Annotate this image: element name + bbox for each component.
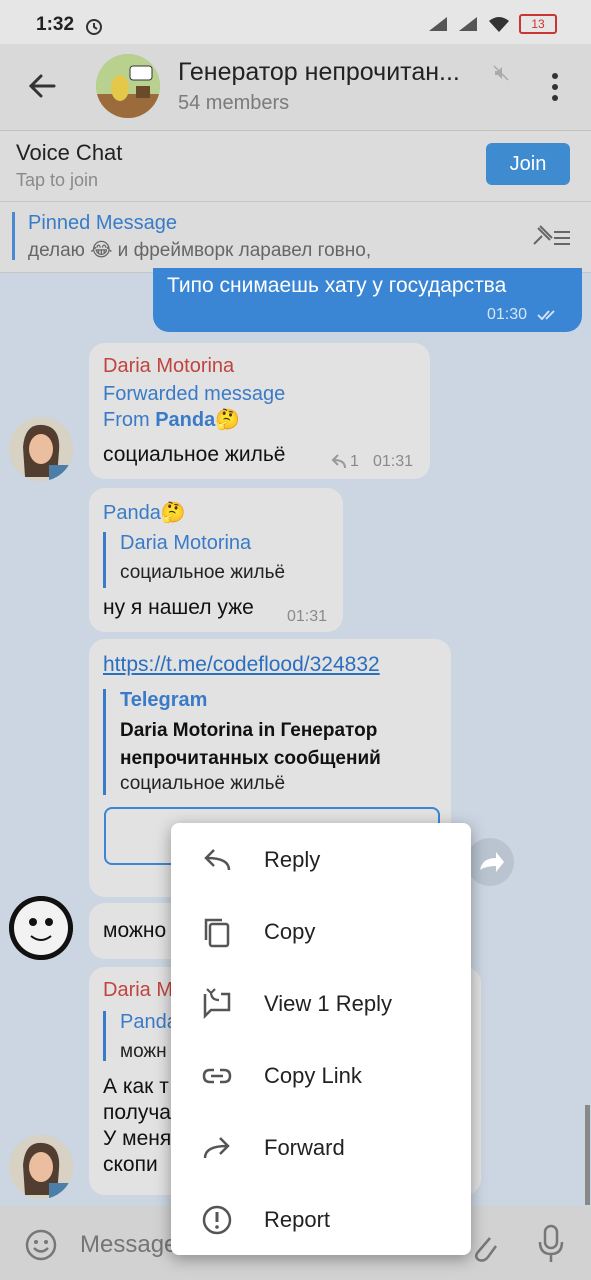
message-line-2: получа: [103, 1101, 171, 1124]
message-text: социальное жильё: [103, 443, 286, 466]
status-bar: 1:32 13: [0, 0, 591, 44]
copy-icon: [204, 918, 230, 948]
message-line-1: А как т: [103, 1075, 169, 1098]
message-link-url[interactable]: https://t.me/codeflood/324832: [103, 653, 380, 677]
quote-bar: [103, 1011, 106, 1061]
message-time: 01:31: [373, 453, 414, 470]
quote-name[interactable]: Daria Motorina: [120, 532, 251, 555]
avatar-daria-2[interactable]: [9, 1135, 73, 1199]
reply-count[interactable]: 1: [350, 453, 359, 471]
signal-icon-2: [459, 17, 477, 31]
avatar-daria[interactable]: [9, 417, 73, 481]
menu-label-forward: Forward: [264, 1135, 345, 1160]
battery-level: 13: [531, 17, 545, 31]
chat-title[interactable]: Генератор непрочитан...: [178, 58, 488, 87]
quote-name[interactable]: Panda: [120, 1011, 178, 1034]
message-text: ну я нашел уже: [103, 596, 254, 619]
chat-header: Генератор непрочитан... 54 members: [0, 44, 591, 131]
message-line-4: скопи: [103, 1153, 158, 1176]
reply-icon: [204, 849, 231, 871]
message-time: 01:31: [287, 608, 328, 625]
alarm-icon: [86, 19, 102, 35]
pinned-indicator: [12, 212, 15, 260]
pinned-title: Pinned Message: [28, 212, 177, 234]
forward-icon: [203, 1137, 230, 1159]
view-replies-icon: [203, 988, 231, 1020]
menu-item-copy-link[interactable]: Copy Link: [171, 1039, 471, 1111]
read-checks-icon: [537, 310, 555, 321]
group-avatar[interactable]: [96, 54, 160, 118]
preview-bar: [103, 689, 106, 795]
menu-label-reply: Reply: [264, 847, 321, 872]
avatar-meme[interactable]: [9, 896, 73, 960]
message-text: Типо снимаешь хату у государства: [167, 274, 507, 297]
signal-icon: [429, 17, 447, 31]
voice-chat-bar[interactable]: Voice Chat Tap to join Join: [0, 131, 591, 202]
quote-text[interactable]: можн: [120, 1041, 167, 1063]
menu-label-copy-link: Copy Link: [264, 1063, 362, 1088]
quote-text[interactable]: социальное жильё: [120, 562, 285, 584]
menu-item-report[interactable]: Report: [171, 1183, 471, 1255]
sender-name[interactable]: Daria M: [103, 979, 173, 1002]
menu-label-report: Report: [264, 1207, 331, 1232]
status-time: 1:32: [36, 14, 75, 35]
emoji-icon[interactable]: [24, 1228, 58, 1262]
more-options-icon[interactable]: [545, 70, 565, 104]
pinned-message-bar[interactable]: Pinned Message делаю 😂 и фреймворк ларав…: [0, 202, 591, 273]
forwarded-label: Forwarded message: [103, 383, 286, 405]
quote-bar: [103, 532, 106, 588]
sender-name[interactable]: Panda🤔: [103, 500, 186, 525]
attach-icon[interactable]: [466, 1228, 500, 1264]
link-icon: [202, 1068, 232, 1084]
voice-chat-subtitle: Tap to join: [16, 170, 99, 190]
back-arrow-icon[interactable]: [24, 66, 64, 106]
menu-item-copy[interactable]: Copy: [171, 895, 471, 967]
report-icon: [202, 1205, 232, 1235]
wifi-icon: [489, 17, 509, 32]
message-outgoing[interactable]: Типо снимаешь хату у государства 01:30: [153, 268, 582, 332]
message-line-3: У меня: [103, 1127, 172, 1150]
message-forwarded[interactable]: Daria Motorina Forwarded message From Pa…: [89, 343, 430, 479]
battery-icon: 13: [519, 14, 557, 34]
menu-label-copy: Copy: [264, 919, 316, 944]
share-icon: [480, 852, 504, 872]
muted-icon: [493, 65, 509, 81]
forwarded-from-prefix: From: [103, 409, 156, 431]
menu-item-forward[interactable]: Forward: [171, 1111, 471, 1183]
preview-text: социальное жильё: [120, 773, 286, 794]
microphone-icon[interactable]: [536, 1224, 566, 1264]
pinned-text: делаю 😂 и фреймворк ларавел говно,: [28, 240, 372, 261]
pinned-list-icon[interactable]: [530, 222, 572, 252]
message-reply[interactable]: Panda🤔 Daria Motorina социальное жильё н…: [89, 488, 343, 632]
share-button[interactable]: [466, 838, 514, 886]
context-menu: Reply Copy View 1 Reply Copy Link Forwar…: [171, 823, 471, 1255]
forwarded-from-name[interactable]: Panda🤔: [155, 409, 240, 431]
preview-title: Daria Motorina in Генератор непрочитанны…: [120, 720, 381, 769]
sender-name[interactable]: Daria Motorina: [103, 355, 234, 378]
reply-count-icon[interactable]: [327, 453, 347, 471]
preview-site: Telegram: [120, 689, 208, 711]
members-count: 54 members: [178, 92, 290, 114]
message-text: можно: [103, 919, 167, 942]
menu-item-reply[interactable]: Reply: [171, 823, 471, 895]
scrollbar-thumb[interactable]: [585, 1105, 590, 1205]
message-time: 01:30: [487, 306, 528, 323]
menu-item-view-replies[interactable]: View 1 Reply: [171, 967, 471, 1039]
menu-label-view-replies: View 1 Reply: [264, 991, 392, 1016]
voice-chat-title: Voice Chat: [16, 140, 123, 165]
join-button[interactable]: Join: [486, 143, 570, 185]
